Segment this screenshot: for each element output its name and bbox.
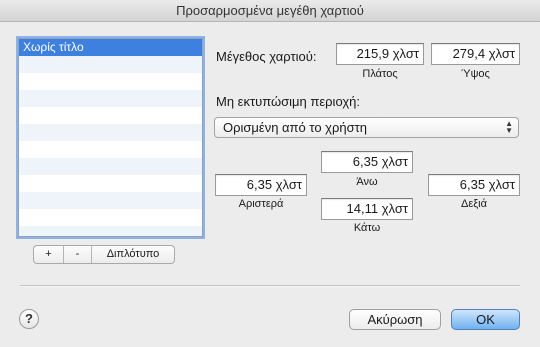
ok-button[interactable]: OK xyxy=(451,309,520,330)
list-empty-row xyxy=(19,90,202,107)
remove-button[interactable]: - xyxy=(64,246,92,263)
right-margin-field[interactable]: 6,35 χλστ xyxy=(428,174,520,196)
cancel-button[interactable]: Ακύρωση xyxy=(349,309,441,330)
right-margin-label: Δεξιά xyxy=(461,198,487,210)
list-empty-row xyxy=(19,56,202,73)
list-empty-row xyxy=(19,192,202,209)
paper-height-label: Ύψος xyxy=(461,68,490,80)
paper-height-field[interactable]: 279,4 χλστ xyxy=(431,43,520,65)
divider xyxy=(20,285,520,287)
paper-size-label: Μέγεθος χαρτιού: xyxy=(216,49,317,64)
top-margin-label: Άνω xyxy=(356,176,378,188)
paper-width-label: Πλάτος xyxy=(362,68,398,80)
paper-width-field[interactable]: 215,9 χλστ xyxy=(336,43,424,65)
left-margin-field[interactable]: 6,35 χλστ xyxy=(215,174,307,196)
duplicate-button[interactable]: Διπλότυπο xyxy=(92,246,174,263)
list-controls: + - Διπλότυπο xyxy=(33,245,175,264)
paper-size-list[interactable]: Χωρίς τίτλο xyxy=(18,38,203,237)
margins-source-popup[interactable]: Ορισμένη από το χρήστη ▲ ▼ xyxy=(214,117,519,138)
help-button[interactable]: ? xyxy=(19,309,39,329)
list-empty-row xyxy=(19,73,202,90)
window-title: Προσαρμοσμένα μεγέθη χαρτιού xyxy=(0,0,540,22)
list-empty-row xyxy=(19,141,202,158)
list-empty-row xyxy=(19,158,202,175)
bottom-margin-field[interactable]: 14,11 χλστ xyxy=(321,198,413,220)
popup-arrows-icon: ▲ ▼ xyxy=(505,119,513,135)
list-empty-row xyxy=(19,226,202,236)
list-empty-row xyxy=(19,209,202,226)
top-margin-field[interactable]: 6,35 χλστ xyxy=(321,151,413,173)
list-empty-row xyxy=(19,107,202,124)
list-empty-row xyxy=(19,175,202,192)
left-margin-label: Αριστερά xyxy=(238,198,284,210)
add-button[interactable]: + xyxy=(34,246,64,263)
bottom-margin-label: Κάτω xyxy=(353,222,381,234)
list-item[interactable]: Χωρίς τίτλο xyxy=(19,39,202,56)
dialog-window: Προσαρμοσμένα μεγέθη χαρτιού Χωρίς τίτλο… xyxy=(0,0,540,347)
margins-source-value: Ορισμένη από το χρήστη xyxy=(223,120,368,135)
list-empty-row xyxy=(19,124,202,141)
margins-label: Μη εκτυπώσιμη περιοχή: xyxy=(216,94,360,109)
